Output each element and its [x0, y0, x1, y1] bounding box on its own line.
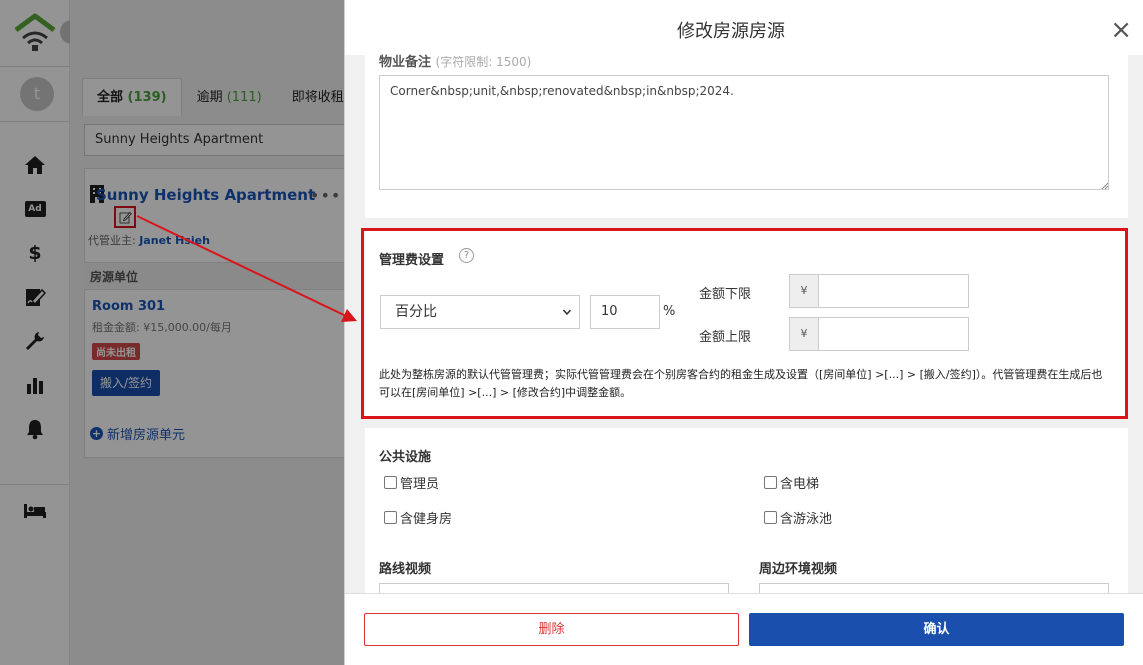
- facilities-section: [365, 428, 1128, 593]
- route-video-label: 路线视频: [379, 562, 432, 577]
- notes-section: 物业备注 (字符限制: 1500) Corner&nbsp;unit,&nbsp…: [365, 55, 1128, 218]
- checkbox-label: 管理员: [400, 477, 440, 492]
- modal-footer: 删除 确认: [345, 593, 1143, 665]
- checkbox-label: 含游泳池: [780, 512, 833, 527]
- checkbox-label: 含健身房: [400, 512, 453, 527]
- notes-label: 物业备注 (字符限制: 1500): [379, 51, 531, 70]
- checkbox-box[interactable]: [764, 476, 777, 489]
- confirm-button[interactable]: 确认: [749, 613, 1124, 646]
- environment-video-label: 周边环境视频: [759, 562, 838, 577]
- facility-checkbox-manager[interactable]: 管理员: [384, 473, 439, 492]
- checkbox-box[interactable]: [384, 476, 397, 489]
- checkbox-label: 含电梯: [780, 477, 820, 492]
- modal-title: 修改房源房源: [677, 21, 785, 42]
- delete-button[interactable]: 删除: [364, 613, 739, 646]
- facility-checkbox-pool[interactable]: 含游泳池: [764, 508, 832, 527]
- modal-header: 修改房源房源 ×: [345, 0, 1143, 55]
- notes-textarea[interactable]: Corner&nbsp;unit,&nbsp;renovated&nbsp;in…: [379, 75, 1109, 190]
- resize-grip-icon[interactable]: [1101, 182, 1109, 190]
- edit-property-modal: 修改房源房源 × 物业备注 (字符限制: 1500) Corner&nbsp;u…: [344, 0, 1143, 665]
- facilities-label: 公共设施: [379, 450, 432, 465]
- checkbox-box[interactable]: [384, 511, 397, 524]
- notes-label-text: 物业备注: [379, 55, 432, 70]
- close-icon[interactable]: ×: [1110, 17, 1132, 43]
- facility-checkbox-elevator[interactable]: 含电梯: [764, 473, 819, 492]
- checkbox-box[interactable]: [764, 511, 777, 524]
- notes-hint: (字符限制: 1500): [435, 55, 532, 69]
- annotation-highlight-box: [361, 228, 1128, 419]
- facility-checkbox-gym[interactable]: 含健身房: [384, 508, 452, 527]
